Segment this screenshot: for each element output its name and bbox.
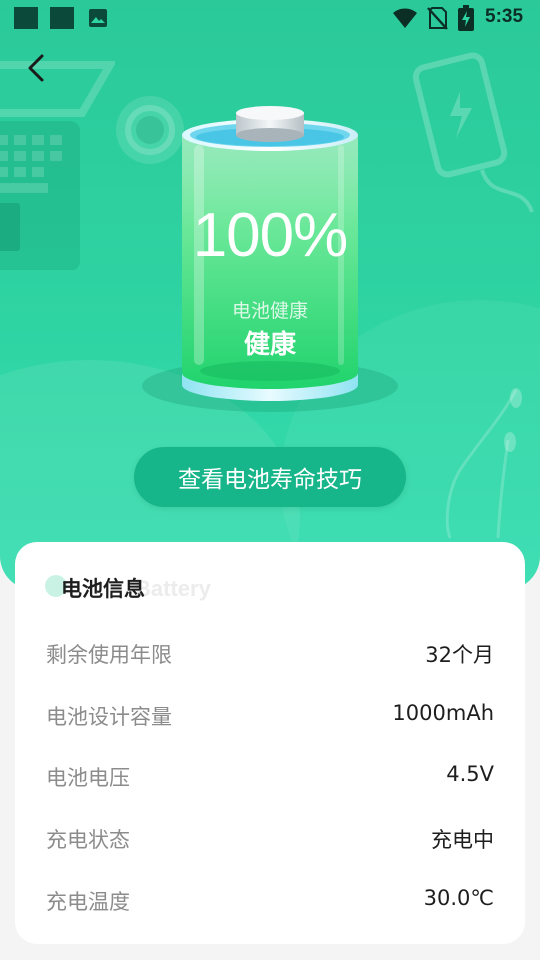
card-watermark: Battery bbox=[135, 576, 211, 601]
battery-info-card: Battery 电池信息 剩余使用年限 32个月 电池设计容量 1000mAh … bbox=[15, 542, 525, 944]
info-value: 32个月 bbox=[425, 643, 494, 667]
battery-percentage: 100% bbox=[192, 201, 349, 270]
wifi-icon bbox=[393, 8, 417, 28]
status-bar: 5:35 bbox=[0, 0, 540, 36]
info-label: 剩余使用年限 bbox=[46, 643, 172, 667]
info-row-charge-state: 充电状态 充电中 bbox=[46, 818, 494, 858]
info-value: 充电中 bbox=[431, 828, 494, 852]
info-label: 充电状态 bbox=[46, 828, 130, 852]
earbuds-illustration-icon bbox=[445, 388, 522, 539]
laptop-illustration-icon bbox=[0, 61, 115, 270]
image-icon bbox=[89, 9, 107, 27]
app-square-icon bbox=[50, 7, 74, 29]
status-time: 5:35 bbox=[485, 6, 524, 27]
app-square-icon bbox=[14, 7, 38, 29]
battery-charging-icon bbox=[458, 5, 474, 31]
info-row-remaining-life: 剩余使用年限 32个月 bbox=[46, 633, 494, 673]
battery-tips-button[interactable]: 查看电池寿命技巧 bbox=[134, 447, 406, 507]
info-value: 30.0℃ bbox=[423, 886, 494, 910]
info-row-charge-temperature: 充电温度 30.0℃ bbox=[46, 880, 494, 920]
chevron-left-icon bbox=[28, 54, 44, 82]
info-row-design-capacity: 电池设计容量 1000mAh bbox=[46, 695, 494, 735]
info-value: 1000mAh bbox=[392, 701, 494, 725]
back-button[interactable] bbox=[20, 50, 56, 86]
info-row-voltage: 电池电压 4.5V bbox=[46, 756, 494, 796]
phone-illustration-icon bbox=[412, 52, 534, 213]
no-sim-icon bbox=[427, 7, 448, 30]
battery-health-label: 电池健康 bbox=[231, 300, 308, 322]
card-title: 电池信息 bbox=[61, 577, 145, 601]
battery-tips-button-label: 查看电池寿命技巧 bbox=[178, 467, 362, 493]
battery-health-value: 健康 bbox=[243, 330, 296, 360]
info-value: 4.5V bbox=[446, 762, 494, 786]
info-label: 充电温度 bbox=[46, 890, 130, 914]
info-label: 电池电压 bbox=[46, 766, 130, 790]
info-label: 电池设计容量 bbox=[46, 705, 172, 729]
